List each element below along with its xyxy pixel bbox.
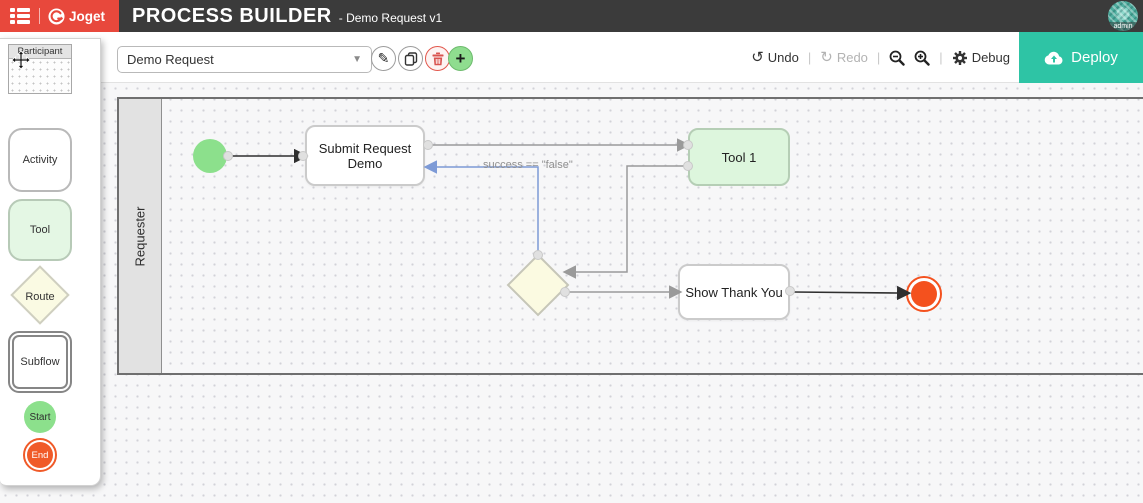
toolbar: Demo Request ▼ ✎ + [0, 32, 1143, 83]
copy-process-button[interactable] [398, 46, 423, 71]
connector-dot[interactable] [424, 141, 433, 150]
redo-icon: ↻ [820, 50, 833, 65]
connector-dot[interactable] [561, 288, 570, 297]
undo-label: Undo [768, 50, 799, 65]
menu-icon[interactable] [10, 8, 30, 24]
page-title: PROCESS BUILDER [132, 5, 332, 28]
cloud-upload-icon [1044, 51, 1064, 65]
shape-palette: Participant Activity Tool Route Subflow … [0, 38, 101, 486]
copy-icon [404, 52, 418, 66]
page-subtitle: - Demo Request v1 [339, 11, 442, 25]
undo-icon: ↺ [751, 50, 764, 65]
activity-node-show-thank-you[interactable]: Show Thank You [678, 264, 790, 320]
end-event-node[interactable] [906, 276, 942, 312]
gear-icon [952, 50, 968, 66]
activity-label: Show Thank You [685, 285, 782, 300]
deploy-label: Deploy [1071, 49, 1118, 66]
process-select[interactable]: Demo Request ▼ [117, 46, 372, 73]
process-canvas[interactable]: Requester Submit Request Demo Tool 1 Sho… [0, 83, 1143, 503]
undo-button[interactable]: ↺ Undo [751, 50, 799, 65]
canvas-tools: ↺ Undo | ↻ Redo | [751, 32, 1010, 83]
debug-button[interactable]: Debug [952, 50, 1010, 66]
title-wrap: PROCESS BUILDER - Demo Request v1 [132, 5, 442, 28]
joget-logo[interactable]: Joget [48, 8, 105, 25]
connector-dot[interactable] [684, 162, 693, 171]
activity-label: Submit Request Demo [315, 141, 415, 171]
zoom-out-button[interactable] [889, 50, 905, 66]
divider: | [939, 50, 942, 65]
flow-condition-label: success == "false" [483, 159, 573, 171]
move-cursor-icon[interactable] [12, 51, 30, 69]
swimlane-label: Requester [133, 206, 148, 266]
palette-label: Start [29, 412, 50, 423]
palette-label: Tool [30, 224, 50, 236]
edit-process-button[interactable]: ✎ [371, 46, 396, 71]
redo-button[interactable]: ↻ Redo [820, 50, 868, 65]
trash-icon [432, 52, 444, 66]
delete-process-button[interactable] [425, 46, 450, 71]
palette-item-tool[interactable]: Tool [8, 199, 72, 261]
palette-item-subflow[interactable]: Subflow [8, 331, 72, 393]
palette-item-start[interactable]: Start [24, 401, 56, 433]
connector-dot[interactable] [786, 287, 795, 296]
palette-label: Activity [23, 154, 58, 166]
swimlane-requester: Requester [117, 97, 1143, 375]
palette-item-route[interactable] [10, 265, 69, 324]
connector-dot[interactable] [224, 152, 233, 161]
subflow-inner-border: Subflow [12, 335, 68, 389]
connector-dot[interactable] [684, 141, 693, 150]
deploy-button[interactable]: Deploy [1019, 32, 1143, 83]
redo-label: Redo [837, 50, 868, 65]
zoom-out-icon [889, 50, 905, 66]
pencil-icon: ✎ [378, 50, 390, 67]
tool-node-tool1[interactable]: Tool 1 [688, 128, 790, 186]
connector-dot[interactable] [299, 152, 308, 161]
process-builder-app: Requester Submit Request Demo Tool 1 Sho… [0, 0, 1143, 503]
palette-label: Subflow [20, 356, 59, 368]
divider: | [808, 50, 811, 65]
tool-label: Tool 1 [722, 150, 757, 165]
end-core: End [27, 442, 53, 468]
process-select-value: Demo Request [127, 52, 214, 67]
activity-node-submit-request[interactable]: Submit Request Demo [305, 125, 425, 186]
zoom-in-icon [914, 50, 930, 66]
palette-label: End [32, 450, 49, 461]
brand-block: Joget [0, 0, 119, 32]
divider: | [877, 50, 880, 65]
debug-label: Debug [972, 50, 1010, 65]
start-event-node[interactable] [193, 139, 227, 173]
connector-dot[interactable] [534, 251, 543, 260]
add-process-button[interactable]: + [448, 46, 473, 71]
brand-name: Joget [69, 9, 105, 24]
divider [39, 8, 40, 24]
user-avatar[interactable]: admin [1108, 1, 1138, 31]
swimlane-header[interactable]: Requester [119, 99, 162, 373]
chevron-down-icon: ▼ [352, 54, 362, 65]
palette-item-end[interactable]: End [23, 438, 57, 472]
joget-logo-icon [48, 8, 65, 25]
app-header: Joget PROCESS BUILDER - Demo Request v1 … [0, 0, 1143, 32]
zoom-in-button[interactable] [914, 50, 930, 66]
end-event-core [911, 281, 937, 307]
avatar-label: admin [1108, 22, 1138, 31]
plus-icon: + [456, 50, 466, 67]
palette-item-activity[interactable]: Activity [8, 128, 72, 192]
